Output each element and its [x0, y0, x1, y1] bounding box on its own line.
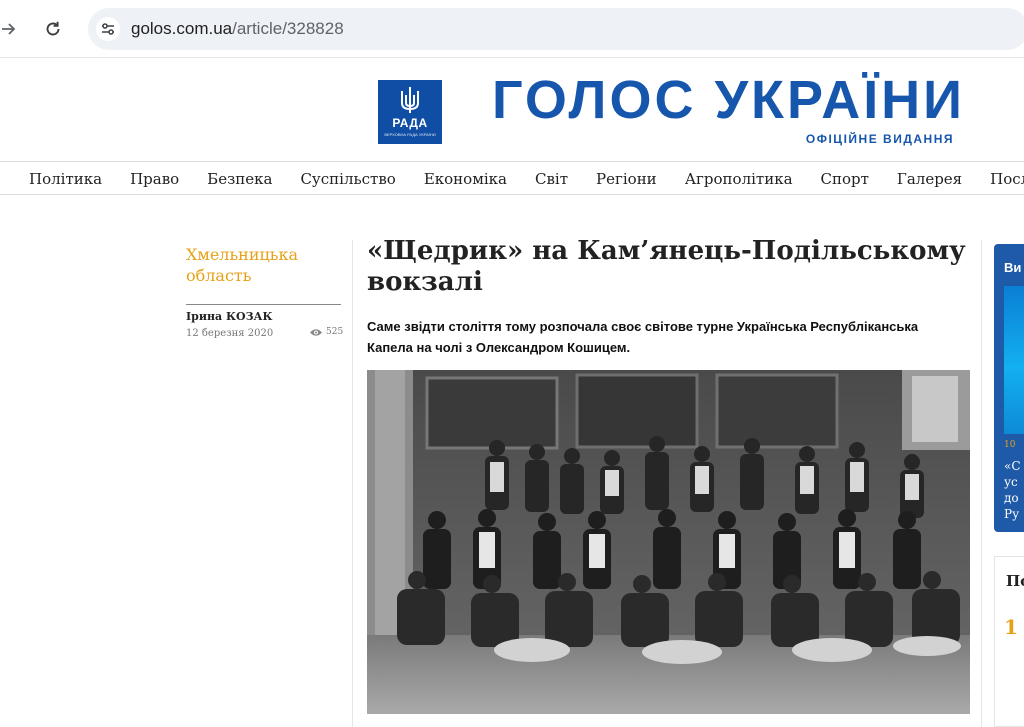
nav-item-suspilstvo[interactable]: Суспільство: [286, 170, 409, 188]
browser-toolbar: golos.com.ua/article/328828: [0, 0, 1024, 58]
nav-item-svit[interactable]: Світ: [521, 170, 582, 188]
rada-logo[interactable]: РАДА ВЕРХОВНА РАДА УКРАЇНИ: [378, 80, 442, 144]
sidebar-card-text-line: Ру: [1004, 507, 1020, 521]
eye-icon: [310, 328, 322, 336]
region-link[interactable]: Хмельницька область: [186, 244, 336, 286]
view-count: 525: [309, 327, 343, 337]
sidebar-video-card[interactable]: Ви 10 «С ус до Ру: [994, 244, 1024, 532]
reload-button[interactable]: [40, 16, 66, 42]
sidebar-box-title: По: [1006, 572, 1024, 590]
view-count-value: 525: [326, 327, 344, 337]
sidebar-card-text[interactable]: «С ус до Ру: [1004, 458, 1024, 522]
nav-item-ekonomika[interactable]: Економіка: [410, 170, 521, 188]
choir-group-photo: [367, 370, 970, 714]
logo-word: РАДА: [392, 116, 428, 130]
arrow-right-icon: [2, 23, 16, 35]
forward-button[interactable]: [0, 16, 22, 42]
url-domain: golos.com.ua: [131, 19, 233, 38]
article-title: «Щедрик» на Кам’янець-Подільському вокза…: [367, 236, 966, 297]
main-nav: Політика Право Безпека Суспільство Еконо…: [0, 161, 1024, 195]
publish-date: 12 березня 2020: [186, 328, 274, 339]
nav-item-ahropolityka[interactable]: Агрополітика: [671, 170, 807, 188]
logo-subtext: ВЕРХОВНА РАДА УКРАЇНИ: [384, 132, 436, 137]
sidebar-card-image[interactable]: [1004, 286, 1024, 434]
tune-icon: [102, 23, 114, 35]
sidebar-card-date: 10: [1004, 440, 1016, 450]
url-path: /article/328828: [232, 19, 344, 38]
reload-icon: [46, 21, 60, 36]
nav-list: Політика Право Безпека Суспільство Еконо…: [15, 162, 1024, 195]
masthead: РАДА ВЕРХОВНА РАДА УКРАЇНИ ГОЛОС УКРАЇНИ…: [0, 58, 1024, 162]
trident-icon: [401, 87, 419, 113]
nav-item-halereia[interactable]: Галерея: [883, 170, 976, 188]
article-photo[interactable]: [367, 370, 970, 714]
address-bar[interactable]: golos.com.ua/article/328828: [88, 8, 1024, 50]
site-subtitle: ОФІЦІЙНЕ ВИДАННЯ: [805, 132, 954, 146]
meta-divider: [186, 304, 341, 305]
sidebar-card-text-line: до: [1004, 491, 1019, 505]
article-column: «Щедрик» на Кам’янець-Подільському вокза…: [352, 236, 982, 727]
article-lead: Саме звідти століття тому розпочала своє…: [367, 319, 919, 355]
nav-item-pravo[interactable]: Право: [116, 170, 193, 188]
sidebar-card-text-line: «С: [1004, 459, 1021, 473]
site-info-button[interactable]: [96, 17, 120, 41]
nav-item-posluhy[interactable]: Послуги: [976, 170, 1024, 188]
sidebar-card-text-line: ус: [1004, 475, 1018, 489]
sidebar-box-number: 1: [1004, 615, 1018, 639]
nav-item-polityka[interactable]: Політика: [15, 170, 116, 188]
sidebar-popular-box: По 1: [994, 556, 1024, 727]
sidebar-card-label: Ви: [1004, 260, 1022, 275]
nav-item-bezpeka[interactable]: Безпека: [193, 170, 286, 188]
nav-item-rehiony[interactable]: Регіони: [582, 170, 671, 188]
site-title[interactable]: ГОЛОС УКРАЇНИ: [492, 70, 965, 130]
nav-item-sport[interactable]: Спорт: [807, 170, 883, 188]
url-text[interactable]: golos.com.ua/article/328828: [131, 19, 344, 39]
author-link[interactable]: Ірина КОЗАК: [186, 310, 273, 323]
